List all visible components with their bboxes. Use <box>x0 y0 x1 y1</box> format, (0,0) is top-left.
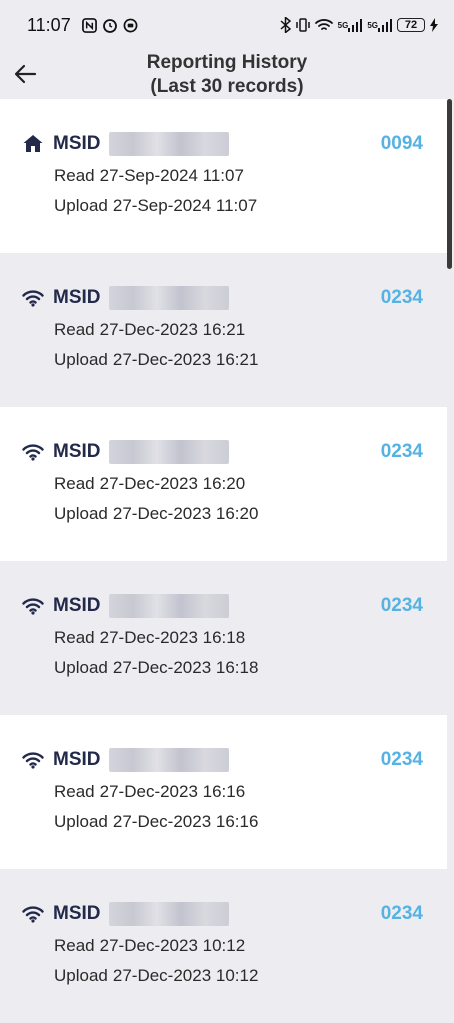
record-code: 0234 <box>380 441 423 462</box>
upload-line: Upload 27-Sep-2024 11:07 <box>54 196 258 215</box>
record-code: 0234 <box>380 903 423 924</box>
record-item[interactable]: MSID 0234 Read 27-Dec-2023 16:18 Upload 27… <box>0 561 447 715</box>
battery-indicator: 72 <box>397 18 425 32</box>
msid-value-redacted <box>108 594 229 618</box>
status-bar: 11:07 5G 5G 72 <box>0 0 454 50</box>
wifi-icon <box>21 594 45 618</box>
arrow-left-icon <box>14 64 37 84</box>
wifi-icon <box>21 286 45 310</box>
records-list: MSID 0094 Read 27-Sep-2024 11:07 Upload 27… <box>0 99 447 1023</box>
wifi-icon <box>21 902 45 926</box>
msid-label: MSID <box>53 287 101 308</box>
charging-icon <box>430 18 438 32</box>
msid-value-redacted <box>108 748 229 772</box>
back-button[interactable] <box>10 58 42 90</box>
msid-value-redacted <box>108 440 229 464</box>
upload-line: Upload 27-Dec-2023 16:16 <box>54 812 259 831</box>
read-line: Read 27-Dec-2023 16:20 <box>54 474 246 493</box>
msid-value-redacted <box>108 132 229 156</box>
signal-icon-1: 5G <box>338 18 363 32</box>
status-time: 11:07 <box>27 14 71 35</box>
app-header: Reporting History (Last 30 records) <box>0 50 454 100</box>
read-line: Read 27-Dec-2023 16:18 <box>54 628 246 647</box>
upload-line: Upload 27-Dec-2023 10:12 <box>54 966 259 985</box>
signal-icon-2: 5G <box>367 18 392 32</box>
msid-label: MSID <box>53 595 101 616</box>
home-icon <box>21 132 45 156</box>
record-code: 0234 <box>380 287 423 308</box>
msid-label: MSID <box>53 749 101 770</box>
read-line: Read 27-Dec-2023 16:16 <box>54 782 246 801</box>
wifi-status-icon <box>314 18 333 32</box>
title-line-2: (Last 30 records) <box>150 76 304 97</box>
wifi-icon <box>21 440 45 464</box>
msid-value-redacted <box>108 286 229 310</box>
app-notification-icon <box>123 18 138 33</box>
alarm-icon <box>102 17 118 33</box>
read-line: Read 27-Dec-2023 16:21 <box>54 320 246 339</box>
record-item[interactable]: MSID 0094 Read 27-Sep-2024 11:07 Upload 27… <box>0 99 447 253</box>
record-item[interactable]: MSID 0234 Read 27-Dec-2023 16:20 Upload 27… <box>0 407 447 561</box>
upload-line: Upload 27-Dec-2023 16:21 <box>54 350 259 369</box>
record-item[interactable]: MSID 0234 Read 27-Dec-2023 16:21 Upload 27… <box>0 253 447 407</box>
bluetooth-icon <box>280 17 291 33</box>
read-line: Read 27-Dec-2023 10:12 <box>54 936 246 955</box>
record-item[interactable]: MSID 0234 Read 27-Dec-2023 16:16 Upload 27… <box>0 715 447 869</box>
page-title: Reporting History (Last 30 records) <box>147 51 307 99</box>
msid-label: MSID <box>53 133 101 154</box>
title-line-1: Reporting History <box>146 52 308 73</box>
record-code: 0234 <box>380 595 423 616</box>
upload-line: Upload 27-Dec-2023 16:20 <box>54 504 259 523</box>
upload-line: Upload 27-Dec-2023 16:18 <box>54 658 259 677</box>
record-code: 0094 <box>380 133 423 154</box>
msid-label: MSID <box>53 903 101 924</box>
wifi-icon <box>21 748 45 772</box>
record-code: 0234 <box>380 749 423 770</box>
msid-label: MSID <box>53 441 101 462</box>
msid-value-redacted <box>108 902 229 926</box>
scrollbar[interactable] <box>447 99 452 269</box>
nfc-icon <box>81 17 97 33</box>
vibrate-icon <box>295 17 310 33</box>
read-line: Read 27-Sep-2024 11:07 <box>54 166 244 185</box>
